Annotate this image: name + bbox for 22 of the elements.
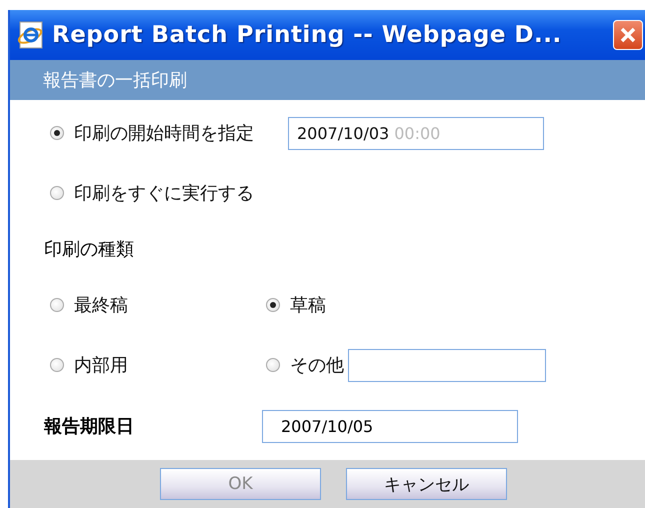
radio-label: 草稿 xyxy=(290,294,326,317)
radio-button[interactable] xyxy=(50,186,64,200)
radio-label: その他 xyxy=(290,354,344,377)
start-time-field[interactable]: 2007/10/03 00:00 xyxy=(288,116,544,150)
close-icon xyxy=(619,26,637,44)
radio-button[interactable] xyxy=(50,126,64,140)
section-label: 印刷の種類 xyxy=(44,238,135,262)
radio-button[interactable] xyxy=(266,358,280,372)
close-button[interactable] xyxy=(613,20,643,50)
other-type-field[interactable] xyxy=(348,348,546,382)
radio-button[interactable] xyxy=(50,358,64,372)
cancel-button[interactable]: キャンセル xyxy=(346,468,507,500)
radio-button[interactable] xyxy=(266,298,280,312)
deadline-label: 報告期限日 xyxy=(44,415,135,438)
radio-label: 内部用 xyxy=(74,354,128,377)
radio-label: 最終稿 xyxy=(74,294,128,317)
radio-button[interactable] xyxy=(50,298,64,312)
radio-label: 印刷をすぐに実行する xyxy=(74,182,254,205)
window-title: Report Batch Printing -- Webpage D... xyxy=(52,22,562,48)
dialog-header: 報告書の一括印刷 xyxy=(10,60,645,100)
deadline-field[interactable]: 2007/10/05 xyxy=(262,410,518,442)
radio-label: 印刷の開始時間を指定 xyxy=(74,122,254,145)
